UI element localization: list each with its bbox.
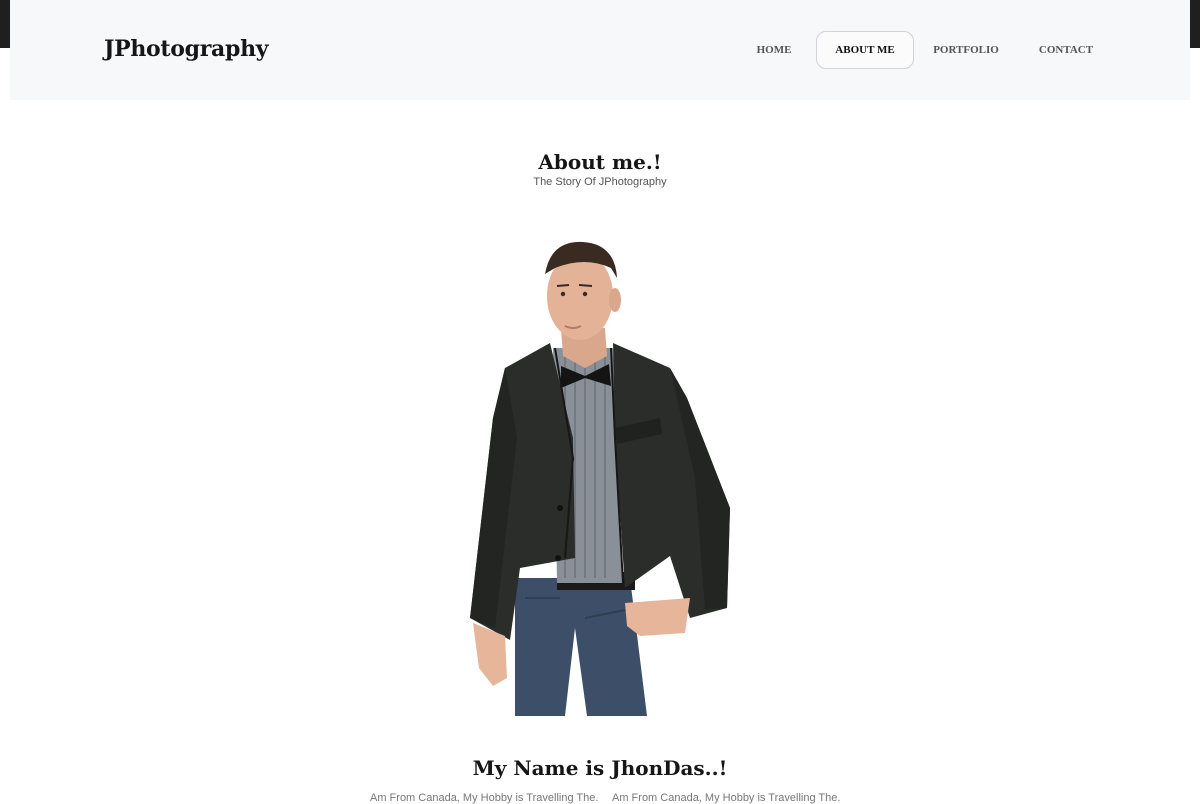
site-header: JPhotography HOME ABOUT ME PORTFOLIO CON… <box>10 0 1190 100</box>
nav-about-me[interactable]: ABOUT ME <box>816 31 914 69</box>
nav-contact[interactable]: CONTACT <box>1018 31 1114 69</box>
bio-text-left: Am From Canada, My Hobby is Travelling T… <box>370 792 598 804</box>
site-logo[interactable]: JPhotography <box>104 36 269 62</box>
nav-home[interactable]: HOME <box>732 31 816 69</box>
main-nav: HOME ABOUT ME PORTFOLIO CONTACT <box>732 31 1114 69</box>
profile-name-heading: My Name is JhonDas..! <box>472 756 728 780</box>
about-subtitle: The Story Of JPhotography <box>533 176 667 188</box>
nav-portfolio[interactable]: PORTFOLIO <box>914 31 1018 69</box>
profile-photo <box>470 241 730 716</box>
about-title: About me.! <box>538 150 662 174</box>
bio-row: Am From Canada, My Hobby is Travelling T… <box>370 792 840 804</box>
bio-text-right: Am From Canada, My Hobby is Travelling T… <box>612 792 840 804</box>
